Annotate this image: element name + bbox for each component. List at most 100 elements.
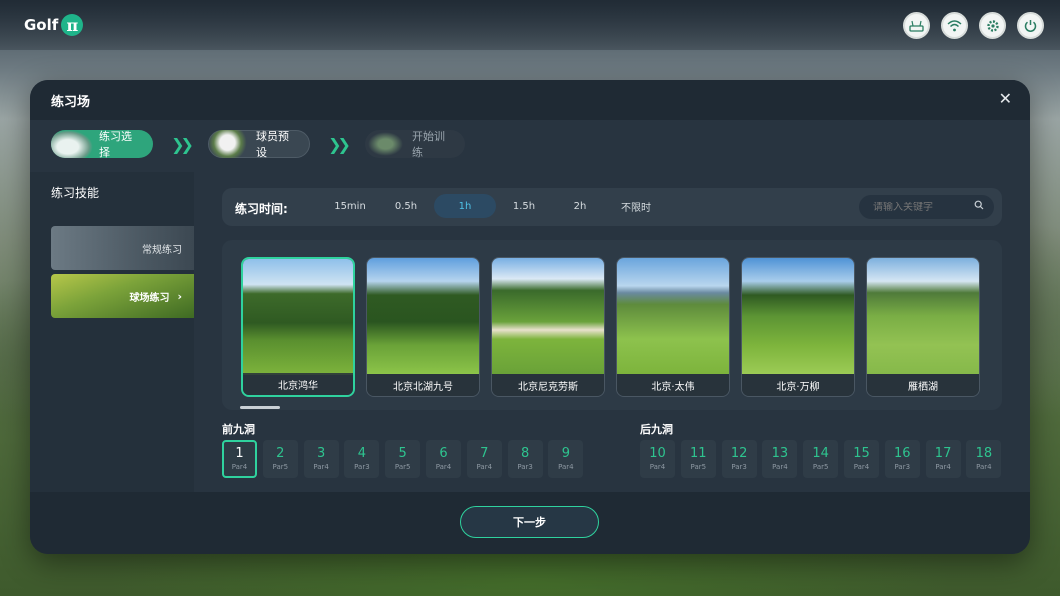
hole-number: 16	[894, 445, 911, 461]
hole-par: Par3	[354, 462, 370, 471]
hole-par: Par4	[649, 462, 666, 471]
course-carousel: 北京鸿华 北京北湖九号 北京尼克劳斯 北京·太伟 北京·万柳 雁栖湖	[222, 240, 1002, 410]
sidebar-item-regular-practice[interactable]: 常规练习	[51, 226, 194, 270]
hole-number: 4	[357, 445, 367, 461]
time-option-selected[interactable]: 1h	[434, 194, 496, 218]
step-label: 球员预设	[256, 130, 289, 159]
search-input[interactable]	[873, 201, 973, 213]
wifi-icon[interactable]	[941, 12, 968, 39]
next-step-button[interactable]: 下一步	[460, 506, 599, 538]
course-card[interactable]: 北京尼克劳斯	[491, 257, 605, 397]
hole-number: 2	[276, 445, 285, 461]
hole-button[interactable]: 16 Par3	[884, 440, 920, 478]
course-card[interactable]: 北京鸿华	[241, 257, 355, 397]
hole-par: Par4	[231, 462, 248, 471]
hole-par: Par5	[394, 462, 411, 471]
time-option[interactable]: 不限时	[608, 194, 664, 218]
hole-button[interactable]: 13 Par4	[762, 440, 798, 478]
hole-button[interactable]: 6 Par4	[425, 440, 461, 478]
hole-number: 18	[975, 445, 993, 461]
chevron-right-icon: ›	[177, 289, 182, 303]
front-nine-label: 前九洞	[222, 423, 255, 436]
hole-button[interactable]: 4 Par3	[344, 440, 380, 478]
hole-number: 15	[853, 445, 870, 461]
hole-number: 14	[812, 445, 829, 461]
practice-range-dialog: 练习场 ✕ 练习选择 ❯❯ 球员预设 ❯❯ 开始训练 练习技能 常规练习 球场练…	[30, 80, 1030, 554]
logo-text: Golf	[24, 16, 59, 34]
hole-button[interactable]: 15 Par4	[843, 440, 879, 478]
hole-button[interactable]: 14 Par5	[803, 440, 839, 478]
golf-ball-icon	[209, 130, 250, 158]
time-option[interactable]: 15min	[322, 194, 378, 218]
app-logo: Golf π	[24, 14, 84, 36]
router-icon[interactable]	[903, 12, 930, 39]
course-image	[492, 258, 604, 374]
hole-button[interactable]: 2 Par5	[262, 440, 298, 478]
course-image	[617, 258, 729, 374]
course-card[interactable]: 雁栖湖	[866, 257, 980, 397]
dialog-footer: 下一步	[30, 492, 1030, 554]
hole-button[interactable]: 3 Par4	[303, 440, 339, 478]
double-chevron-icon: ❯❯	[171, 134, 194, 154]
skill-sidebar: 练习技能 常规练习 球场练习 ›	[30, 172, 194, 492]
hole-number: 12	[730, 445, 748, 461]
sidebar-item-label: 球场练习	[129, 292, 170, 304]
practice-time-label: 练习时间:	[235, 202, 288, 216]
hole-button[interactable]: 10 Par4	[640, 440, 675, 478]
hole-button[interactable]: 5 Par5	[385, 440, 421, 478]
step-indicator: 练习选择 ❯❯ 球员预设 ❯❯ 开始训练	[51, 130, 465, 159]
course-card[interactable]: 北京·太伟	[616, 257, 730, 397]
front-nine-holes: 1 Par4 2 Par5 3 Par4 4 Par3 5 Par5 6 Par4 7 Par…	[222, 440, 589, 478]
sidebar-item-course-practice[interactable]: 球场练习 ›	[51, 274, 194, 318]
course-name: 北京·太伟	[617, 374, 729, 396]
hole-par: Par4	[313, 462, 329, 471]
time-option[interactable]: 0.5h	[378, 194, 434, 218]
hole-button[interactable]: 17 Par4	[925, 440, 961, 478]
hole-par: Par4	[435, 462, 452, 471]
step-start-training[interactable]: 开始训练	[365, 130, 465, 159]
hole-button[interactable]: 9 Par4	[548, 440, 584, 478]
top-bar: Golf π	[0, 0, 1060, 50]
hole-number: 13	[771, 445, 789, 461]
top-icon-group	[903, 12, 1044, 39]
hole-number: 6	[439, 445, 448, 461]
practice-time-bar: 练习时间: 15min 0.5h 1h 1.5h 2h 不限时	[222, 188, 1002, 226]
course-name: 北京北湖九号	[367, 374, 479, 396]
course-card[interactable]: 北京·万柳	[741, 257, 855, 397]
sidebar-item-label: 常规练习	[142, 244, 182, 256]
settings-icon[interactable]	[979, 12, 1006, 39]
back-nine-holes: 10 Par4 11 Par5 12 Par3 13 Par4 14 Par5 15 Par…	[640, 440, 1007, 478]
hole-button[interactable]: 12 Par3	[721, 440, 757, 478]
golf-club-icon	[51, 130, 93, 158]
hole-button[interactable]: 11 Par5	[680, 440, 716, 478]
course-image	[367, 258, 479, 374]
step-practice-selection[interactable]: 练习选择	[51, 130, 153, 159]
search-icon[interactable]	[974, 200, 984, 213]
time-options: 15min 0.5h 1h 1.5h 2h 不限时	[322, 194, 664, 218]
hole-button-selected[interactable]: 1 Par4	[222, 440, 257, 478]
power-icon[interactable]	[1017, 12, 1044, 39]
hole-par: Par4	[935, 462, 951, 471]
step-player-preset[interactable]: 球员预设	[208, 130, 310, 159]
sidebar-title: 练习技能	[51, 186, 100, 200]
time-option[interactable]: 2h	[552, 194, 608, 218]
hole-par: Par5	[272, 462, 289, 471]
step-label: 练习选择	[99, 130, 132, 159]
hole-par: Par5	[812, 462, 829, 471]
hole-par: Par4	[476, 462, 493, 471]
course-card[interactable]: 北京北湖九号	[366, 257, 480, 397]
logo-mark: π	[61, 14, 84, 36]
hole-button[interactable]: 18 Par4	[966, 440, 1002, 478]
carousel-scrollbar[interactable]	[240, 406, 280, 409]
search-box	[859, 195, 994, 219]
hole-button[interactable]: 8 Par3	[507, 440, 543, 478]
hole-number: 3	[316, 445, 326, 461]
hole-number: 11	[690, 445, 707, 461]
hole-number: 8	[520, 445, 530, 461]
hole-button[interactable]: 7 Par4	[466, 440, 502, 478]
course-image	[867, 258, 979, 374]
hole-par: Par3	[517, 462, 533, 471]
time-option[interactable]: 1.5h	[496, 194, 552, 218]
step-label: 开始训练	[412, 130, 445, 159]
close-icon[interactable]: ✕	[999, 89, 1012, 108]
